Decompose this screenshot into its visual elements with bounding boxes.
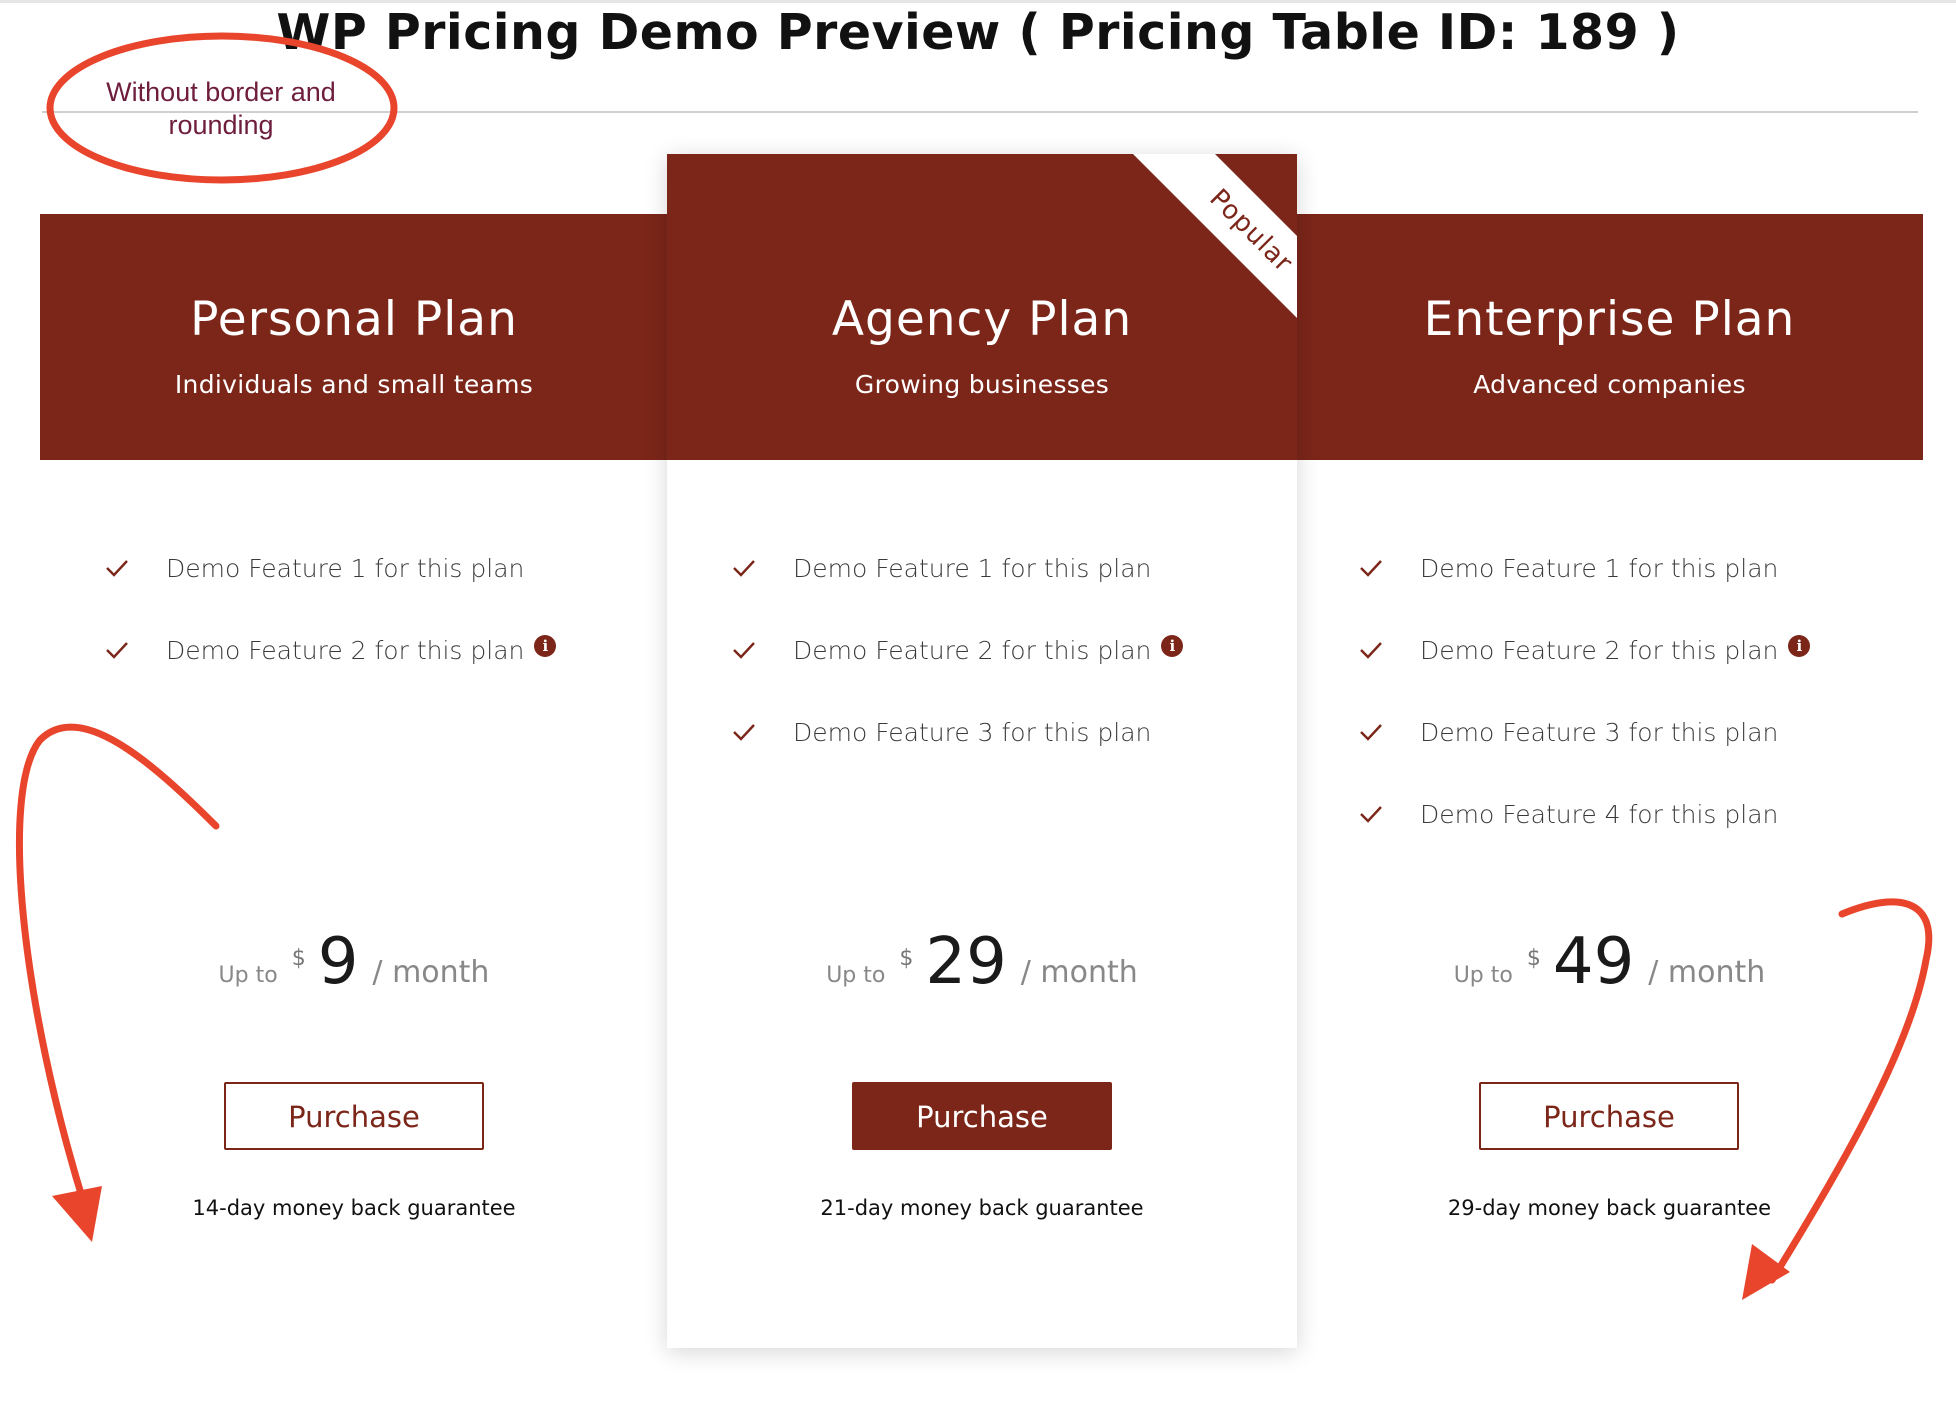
price-prefix: Up to — [218, 963, 278, 988]
check-icon — [733, 642, 755, 659]
pricing-card-agency: Agency Plan Growing businesses Popular D… — [667, 154, 1297, 1348]
top-border — [0, 0, 1956, 3]
currency-symbol: $ — [899, 946, 914, 971]
feature-item: Demo Feature 2 for this plan i — [104, 630, 557, 670]
feature-item: Demo Feature 3 for this plan — [731, 712, 1151, 752]
purchase-button[interactable]: Purchase — [852, 1082, 1112, 1150]
guarantee-text: 21-day money back guarantee — [820, 1196, 1144, 1220]
price-period: / month — [372, 955, 490, 990]
price-amount: 29 — [925, 925, 1007, 999]
ribbon-label: Popular — [1124, 154, 1297, 344]
plan-name: Personal Plan — [190, 292, 518, 347]
check-icon — [1360, 560, 1382, 577]
page-title: WP Pricing Demo Preview ( Pricing Table … — [276, 4, 1680, 61]
check-icon — [1360, 806, 1382, 823]
price: Up to $ 9 / month — [40, 930, 668, 994]
feature-text: Demo Feature 2 for this plan — [793, 635, 1152, 665]
price-amount: 49 — [1552, 925, 1635, 999]
plan-header: Enterprise Plan Advanced companies — [1296, 214, 1923, 460]
price-prefix: Up to — [826, 963, 886, 988]
feature-item: Demo Feature 2 for this plan i — [1358, 630, 1811, 670]
plan-subtitle: Individuals and small teams — [174, 370, 534, 399]
feature-text: Demo Feature 1 for this plan — [166, 553, 525, 583]
purchase-button[interactable]: Purchase — [224, 1082, 484, 1150]
check-icon — [106, 642, 128, 659]
guarantee-text: 14-day money back guarantee — [192, 1196, 516, 1220]
price-prefix: Up to — [1453, 963, 1513, 988]
price-period: / month — [1020, 955, 1138, 990]
feature-item: Demo Feature 2 for this plan i — [731, 630, 1184, 670]
plan-subtitle: Growing businesses — [854, 370, 1110, 399]
feature-text: Demo Feature 1 for this plan — [1420, 553, 1779, 583]
check-icon — [106, 560, 128, 577]
feature-text: Demo Feature 1 for this plan — [793, 553, 1152, 583]
info-icon[interactable]: i — [1161, 635, 1184, 657]
popular-ribbon: Popular — [1107, 154, 1297, 344]
feature-item: Demo Feature 1 for this plan — [1358, 548, 1778, 588]
purchase-button[interactable]: Purchase — [1479, 1082, 1739, 1150]
check-icon — [1360, 642, 1382, 659]
feature-item: Demo Feature 3 for this plan — [1358, 712, 1778, 752]
plan-header: Personal Plan Individuals and small team… — [40, 214, 668, 460]
guarantee-text: 29-day money back guarantee — [1447, 1196, 1772, 1220]
price-period: / month — [1648, 955, 1766, 990]
price: Up to $ 49 / month — [1296, 930, 1923, 994]
check-icon — [733, 724, 755, 741]
price: Up to $ 29 / month — [667, 930, 1297, 994]
info-icon[interactable]: i — [1788, 635, 1811, 657]
annotation-note: Without border and rounding — [106, 77, 336, 140]
price-amount: 9 — [317, 925, 359, 999]
feature-text: Demo Feature 2 for this plan — [166, 635, 525, 665]
feature-item: Demo Feature 4 for this plan — [1358, 794, 1778, 834]
feature-item: Demo Feature 1 for this plan — [731, 548, 1151, 588]
check-icon — [733, 560, 755, 577]
pricing-card-personal: Personal Plan Individuals and small team… — [40, 214, 668, 1344]
currency-symbol: $ — [291, 946, 306, 971]
plan-subtitle: Advanced companies — [1473, 370, 1746, 399]
plan-name: Enterprise Plan — [1423, 292, 1796, 347]
check-icon — [1360, 724, 1382, 741]
feature-text: Demo Feature 2 for this plan — [1420, 635, 1779, 665]
feature-item: Demo Feature 1 for this plan — [104, 548, 524, 588]
pricing-card-enterprise: Enterprise Plan Advanced companies Demo … — [1296, 214, 1923, 1344]
feature-text: Demo Feature 4 for this plan — [1420, 799, 1779, 829]
feature-text: Demo Feature 3 for this plan — [793, 717, 1152, 747]
info-icon[interactable]: i — [534, 635, 557, 657]
currency-symbol: $ — [1526, 946, 1541, 971]
feature-text: Demo Feature 3 for this plan — [1420, 717, 1779, 747]
